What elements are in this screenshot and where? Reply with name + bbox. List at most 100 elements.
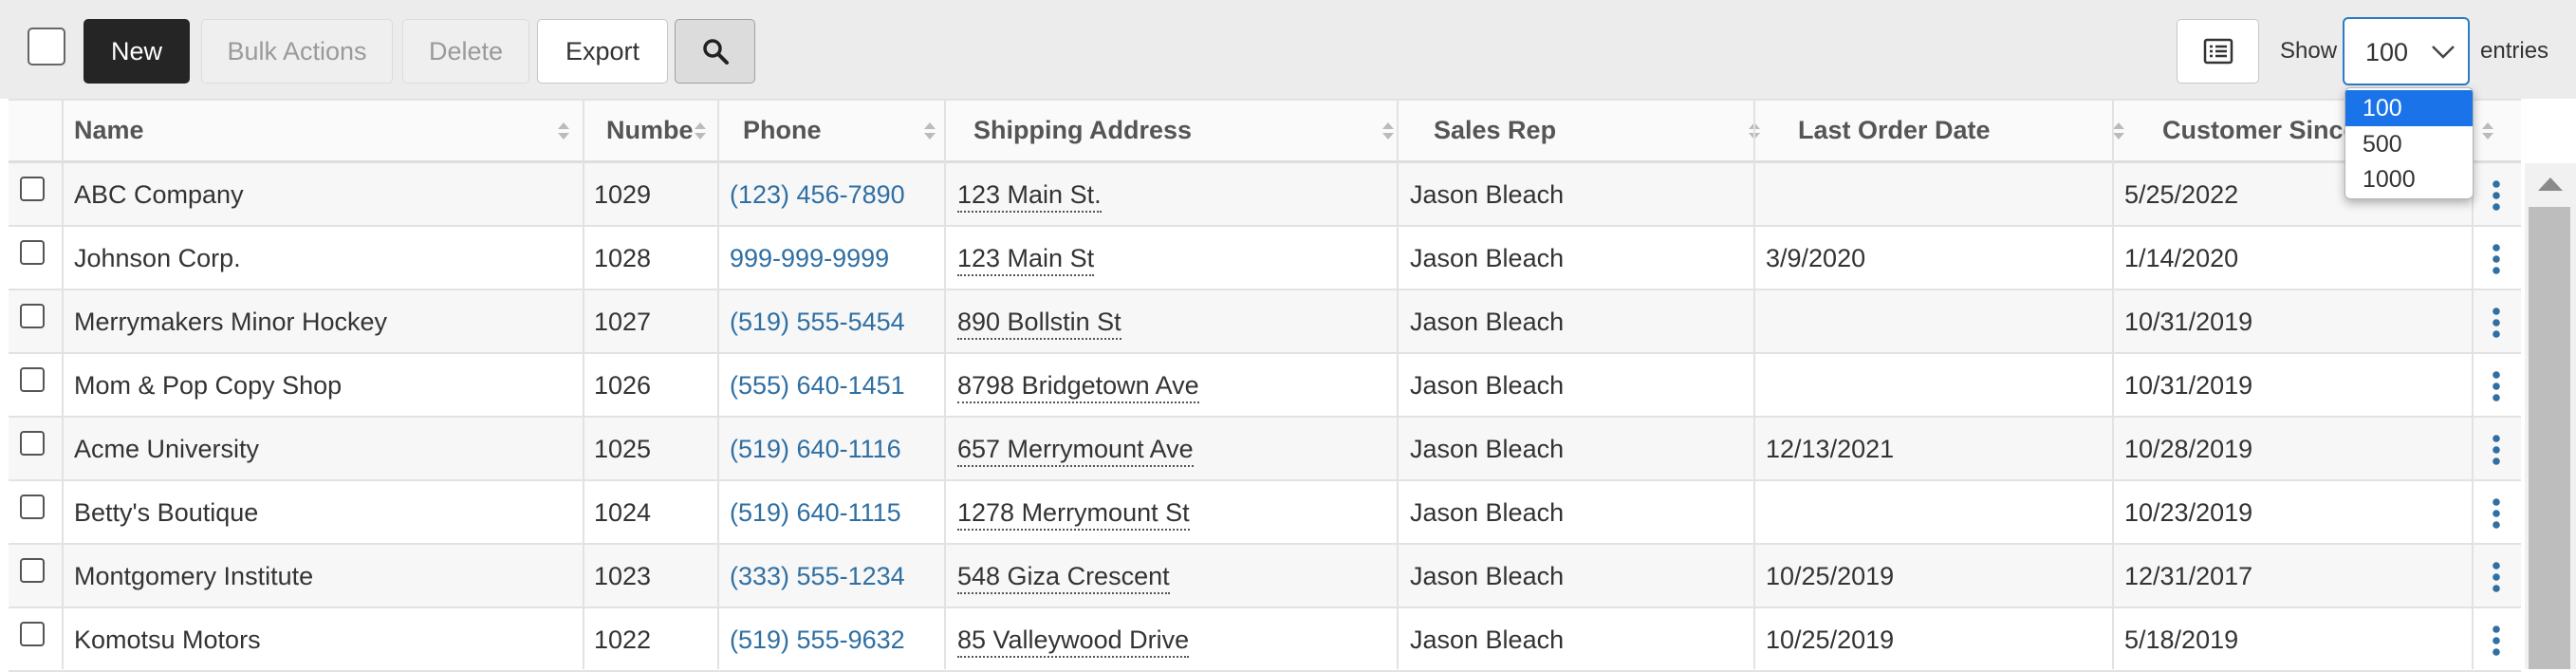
table-row[interactable]: Acme University 1025 (519) 640-1116 657 … (9, 418, 2521, 481)
cell-sales-rep: Jason Bleach (1410, 435, 1565, 463)
cell-number: 1024 (594, 498, 652, 527)
cell-phone-link[interactable]: (333) 555-1234 (730, 545, 905, 608)
cell-sales-rep: Jason Bleach (1410, 625, 1565, 654)
cell-phone-link[interactable]: 999-999-9999 (730, 227, 889, 290)
more-options-icon[interactable] (2492, 244, 2501, 274)
cell-name: Johnson Corp. (74, 244, 241, 272)
cell-customer-since: 5/25/2022 (2124, 180, 2239, 209)
delete-button[interactable]: Delete (402, 19, 529, 84)
table-row[interactable]: Komotsu Motors 1022 (519) 555-9632 85 Va… (9, 608, 2521, 672)
row-checkbox[interactable] (20, 558, 45, 583)
select-all-checkbox[interactable] (28, 28, 65, 65)
column-view-button[interactable] (2177, 19, 2259, 84)
cell-last-order-date: 10/25/2019 (1766, 562, 1895, 590)
column-header-shipping-address[interactable]: Shipping Address (973, 116, 1306, 145)
sort-icon (2113, 122, 2124, 140)
more-options-icon[interactable] (2492, 562, 2501, 592)
cell-number: 1023 (594, 562, 652, 590)
cell-phone-link[interactable]: (519) 555-9632 (730, 608, 905, 672)
cell-sales-rep: Jason Bleach (1410, 371, 1565, 400)
export-button[interactable]: Export (537, 19, 668, 84)
cell-shipping-address[interactable]: 8798 Bridgetown Ave (957, 369, 1199, 403)
more-options-icon[interactable] (2492, 498, 2501, 529)
show-label: Show (2280, 38, 2338, 64)
list-icon (2203, 38, 2233, 65)
cell-number: 1028 (594, 244, 652, 272)
more-options-icon[interactable] (2492, 308, 2501, 338)
table-row[interactable]: Merrymakers Minor Hockey 1027 (519) 555-… (9, 290, 2521, 354)
cell-phone-link[interactable]: (519) 555-5454 (730, 290, 905, 354)
cell-sales-rep: Jason Bleach (1410, 244, 1565, 272)
column-header-last-order-date[interactable]: Last Order Date (1798, 116, 2083, 145)
cell-customer-since: 10/31/2019 (2124, 371, 2253, 400)
row-checkbox[interactable] (20, 177, 45, 201)
column-header-number[interactable]: Number (606, 116, 695, 145)
cell-shipping-address[interactable]: 1278 Merrymount St (957, 496, 1190, 531)
column-divider (944, 99, 946, 669)
row-checkbox[interactable] (20, 304, 45, 328)
search-icon (702, 39, 729, 65)
more-options-icon[interactable] (2492, 435, 2501, 465)
entries-label: entries (2480, 38, 2549, 64)
sort-icon (2482, 122, 2493, 140)
cell-last-order-date: 3/9/2020 (1766, 244, 1866, 272)
cell-name: Montgomery Institute (74, 562, 314, 590)
cell-last-order-date: 12/13/2021 (1766, 435, 1895, 463)
cell-name: Mom & Pop Copy Shop (74, 371, 343, 400)
cell-customer-since: 10/23/2019 (2124, 498, 2253, 527)
page-size-option-100[interactable]: 100 (2345, 90, 2473, 126)
cell-phone-link[interactable]: (519) 640-1115 (730, 481, 901, 545)
page-size-value: 100 (2365, 38, 2409, 66)
cell-phone-link[interactable]: (555) 640-1451 (730, 354, 905, 418)
cell-shipping-address[interactable]: 657 Merrymount Ave (957, 433, 1194, 467)
row-checkbox[interactable] (20, 431, 45, 456)
page-size-option-500[interactable]: 500 (2345, 126, 2473, 162)
cell-phone-link[interactable]: (123) 456-7890 (730, 163, 905, 227)
page-size-select[interactable]: 100 (2343, 17, 2470, 85)
scroll-up-arrow-icon[interactable] (2536, 176, 2565, 193)
table-row[interactable]: Johnson Corp. 1028 999-999-9999 123 Main… (9, 227, 2521, 290)
table-row[interactable]: Mom & Pop Copy Shop 1026 (555) 640-1451 … (9, 354, 2521, 418)
table-header: Name Number Phone Shipping Address Sales… (9, 99, 2521, 163)
more-options-icon[interactable] (2492, 625, 2501, 656)
column-header-phone[interactable]: Phone (743, 116, 933, 145)
cell-number: 1026 (594, 371, 652, 400)
column-divider (717, 99, 719, 669)
table-row[interactable]: ABC Company 1029 (123) 456-7890 123 Main… (9, 163, 2521, 227)
more-options-icon[interactable] (2492, 371, 2501, 401)
search-button[interactable] (675, 19, 755, 84)
page-size-option-1000[interactable]: 1000 (2345, 161, 2473, 197)
row-checkbox[interactable] (20, 367, 45, 392)
cell-number: 1025 (594, 435, 652, 463)
cell-sales-rep: Jason Bleach (1410, 180, 1565, 209)
cell-shipping-address[interactable]: 85 Valleywood Drive (957, 624, 1190, 658)
row-checkbox[interactable] (20, 240, 45, 265)
table-row[interactable]: Betty's Boutique 1024 (519) 640-1115 127… (9, 481, 2521, 545)
sort-icon (558, 122, 569, 140)
page-size-dropdown: 100 500 1000 (2344, 87, 2474, 199)
bulk-actions-button[interactable]: Bulk Actions (201, 19, 393, 84)
row-checkbox[interactable] (20, 495, 45, 519)
cell-sales-rep: Jason Bleach (1410, 308, 1565, 336)
cell-number: 1022 (594, 625, 652, 654)
sort-icon (924, 122, 936, 140)
row-checkbox[interactable] (20, 622, 45, 646)
cell-name: Merrymakers Minor Hockey (74, 308, 388, 336)
cell-name: Komotsu Motors (74, 625, 261, 654)
cell-shipping-address[interactable]: 890 Bollstin St (957, 306, 1121, 340)
cell-phone-link[interactable]: (519) 640-1116 (730, 418, 901, 481)
cell-shipping-address[interactable]: 123 Main St. (957, 178, 1102, 213)
cell-last-order-date: 10/25/2019 (1766, 625, 1895, 654)
column-header-sales-rep[interactable]: Sales Rep (1434, 116, 1718, 145)
cell-customer-since: 10/31/2019 (2124, 308, 2253, 336)
cell-customer-since: 12/31/2017 (2124, 562, 2253, 590)
column-header-customer-since[interactable]: Customer Since (2162, 116, 2352, 145)
sort-icon (695, 122, 706, 140)
cell-shipping-address[interactable]: 123 Main St (957, 242, 1095, 276)
cell-shipping-address[interactable]: 548 Giza Crescent (957, 560, 1170, 594)
scrollbar-thumb[interactable] (2529, 207, 2570, 669)
more-options-icon[interactable] (2492, 180, 2501, 211)
table-row[interactable]: Montgomery Institute 1023 (333) 555-1234… (9, 545, 2521, 608)
new-button[interactable]: New (83, 19, 190, 84)
column-header-name[interactable]: Name (74, 116, 359, 145)
